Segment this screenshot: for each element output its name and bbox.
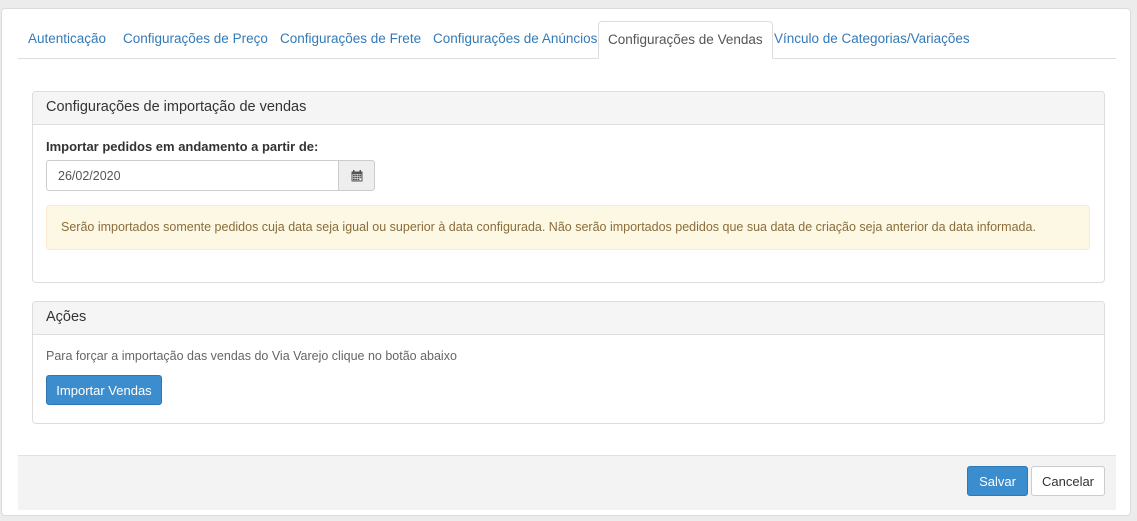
import-settings-panel: Configurações de importação de vendas Im… [32, 91, 1105, 283]
tab-configuracoes-anuncios[interactable]: Configurações de Anúncios [423, 21, 607, 58]
tab-configuracoes-frete[interactable]: Configurações de Frete [270, 21, 431, 58]
tab-configuracoes-preco[interactable]: Configurações de Preço [113, 21, 278, 58]
import-date-input[interactable] [46, 160, 339, 191]
cancel-button[interactable]: Cancelar [1031, 466, 1105, 496]
actions-panel-title: Ações [33, 302, 1104, 335]
date-picker-button[interactable] [338, 160, 375, 191]
import-date-group [46, 160, 376, 191]
tab-configuracoes-vendas[interactable]: Configurações de Vendas [598, 21, 773, 59]
settings-tabs: Autenticação Configurações de Preço Conf… [18, 21, 1116, 59]
actions-help-text: Para forçar a importação das vendas do V… [46, 349, 457, 363]
calendar-icon [351, 169, 362, 181]
import-panel-title: Configurações de importação de vendas [33, 92, 1104, 125]
save-button[interactable]: Salvar [967, 466, 1028, 496]
import-date-label: Importar pedidos em andamento a partir d… [46, 139, 319, 154]
settings-card: Autenticação Configurações de Preço Conf… [1, 8, 1131, 516]
tab-autenticacao[interactable]: Autenticação [18, 21, 116, 58]
actions-panel: Ações Para forçar a importação das venda… [32, 301, 1105, 424]
import-sales-button[interactable]: Importar Vendas [46, 375, 162, 405]
import-warning-alert: Serão importados somente pedidos cuja da… [46, 205, 1090, 250]
form-footer: Salvar Cancelar [18, 455, 1116, 510]
tab-vinculo-categorias[interactable]: Vínculo de Categorias/Variações [764, 21, 980, 58]
